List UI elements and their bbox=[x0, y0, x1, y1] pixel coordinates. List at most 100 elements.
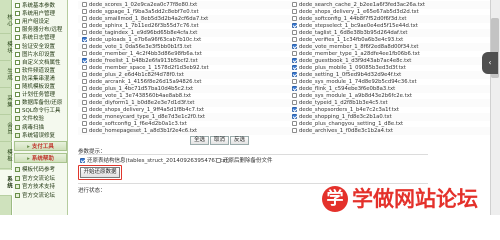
menu-item[interactable]: 病毒扫描 bbox=[15, 124, 67, 132]
menu-item[interactable]: 用户组设定 bbox=[15, 18, 67, 26]
help-menu-item[interactable]: 官方技术支持 bbox=[15, 183, 67, 191]
menu-header-support[interactable]: ▸ 支付工具 bbox=[14, 141, 67, 151]
menu-item-label: 软件频道设置 bbox=[22, 67, 56, 74]
file-checkbox[interactable] bbox=[292, 107, 297, 112]
file-checkbox[interactable] bbox=[292, 2, 297, 7]
file-checkbox[interactable] bbox=[292, 128, 297, 133]
menu-item-label: 系统用户管理 bbox=[22, 11, 56, 18]
menu-item[interactable]: 系统日志管理 bbox=[15, 34, 67, 42]
vertical-tab[interactable]: 生成 bbox=[0, 62, 12, 88]
file-checkbox[interactable] bbox=[82, 44, 87, 49]
file-checkbox[interactable] bbox=[292, 72, 297, 77]
vertical-tab[interactable]: 模板 bbox=[0, 143, 12, 169]
file-checkbox[interactable] bbox=[82, 30, 87, 35]
file-checkbox[interactable] bbox=[82, 65, 87, 70]
help-menu-item[interactable]: 官方交流论坛 bbox=[15, 192, 67, 200]
divider bbox=[78, 154, 428, 155]
file-checkbox[interactable] bbox=[292, 100, 297, 105]
file-name: dede_archives_1_f0d8e3c1b2a4.txt bbox=[299, 128, 393, 134]
vertical-tab[interactable]: 核心 bbox=[0, 8, 12, 34]
delete-backup-label: 还原后删除备份文件 bbox=[223, 158, 273, 164]
watermark: 学 学做网站论坛 bbox=[322, 186, 492, 212]
file-checkbox[interactable] bbox=[82, 23, 87, 28]
file-checkbox[interactable] bbox=[292, 23, 297, 28]
menu-item-icon bbox=[15, 67, 20, 73]
deselect-button[interactable]: 取消 bbox=[210, 136, 230, 145]
menu-item[interactable]: 系统基本参数 bbox=[15, 2, 67, 10]
vertical-tab[interactable]: 模块 bbox=[0, 35, 12, 61]
file-entry[interactable]: dede_homepageset_1_a8d3b1f2e4c6.txt bbox=[82, 127, 197, 135]
file-checkbox[interactable] bbox=[292, 30, 297, 35]
backup-file-list: dede_scores_1_02e9ca2ea0c77f8e80.txt dede… bbox=[78, 0, 500, 135]
select-all-button[interactable]: 全选 bbox=[190, 136, 210, 145]
file-checkbox[interactable] bbox=[82, 72, 87, 77]
file-checkbox[interactable] bbox=[292, 37, 297, 42]
delete-backup-checkbox[interactable] bbox=[216, 158, 221, 163]
file-checkbox[interactable] bbox=[82, 107, 87, 112]
file-checkbox[interactable] bbox=[82, 58, 87, 63]
menu-item[interactable]: 文件校验 bbox=[15, 115, 67, 123]
file-checkbox[interactable] bbox=[82, 2, 87, 7]
help-menu-item[interactable]: 模板代码参考 bbox=[15, 166, 67, 174]
file-checkbox[interactable] bbox=[292, 79, 297, 84]
menu-item-label: 用户组设定 bbox=[22, 19, 50, 26]
menu-item[interactable]: 图片水印设置 bbox=[15, 51, 67, 59]
doc-icon bbox=[15, 167, 20, 172]
restore-struct-option[interactable]: 还原表结构信息(tables_struct_201409263954761.tx… bbox=[80, 157, 230, 165]
restore-struct-checkbox[interactable] bbox=[80, 158, 85, 163]
file-checkbox[interactable] bbox=[292, 9, 297, 14]
delete-backup-option[interactable]: 还原后删除备份文件 bbox=[216, 157, 273, 165]
file-checkbox[interactable] bbox=[292, 65, 297, 70]
file-checkbox[interactable] bbox=[82, 128, 87, 133]
menu-item-icon bbox=[15, 116, 20, 122]
menu-item-icon bbox=[15, 92, 20, 98]
doc-icon bbox=[15, 175, 20, 181]
file-checkbox[interactable] bbox=[82, 100, 87, 105]
file-checkbox[interactable] bbox=[82, 114, 87, 119]
help-menu-item[interactable]: 官方交流论坛 bbox=[15, 175, 67, 183]
menu-item[interactable]: 自定义文档属性 bbox=[15, 59, 67, 67]
vertical-tab[interactable]: 采集 bbox=[0, 89, 12, 115]
file-checkbox[interactable] bbox=[292, 58, 297, 63]
menu-item[interactable]: 防采集串混淆 bbox=[15, 75, 67, 83]
file-checkbox[interactable] bbox=[292, 86, 297, 91]
restore-struct-label: 还原表结构信息(tables_struct_201409263954761.tx… bbox=[87, 158, 230, 164]
vertical-tab[interactable]: 系统 bbox=[0, 170, 12, 196]
file-checkbox[interactable] bbox=[82, 86, 87, 91]
file-checkbox[interactable] bbox=[82, 79, 87, 84]
file-checkbox[interactable] bbox=[292, 93, 297, 98]
file-checkbox[interactable] bbox=[292, 51, 297, 56]
file-checkbox[interactable] bbox=[82, 51, 87, 56]
menu-item[interactable]: 软件频道设置 bbox=[15, 67, 67, 75]
file-checkbox[interactable] bbox=[82, 121, 87, 126]
vertical-scrollbar[interactable] bbox=[490, 0, 500, 215]
menu-header-support-label: 支付工具 bbox=[31, 144, 54, 150]
file-checkbox[interactable] bbox=[292, 121, 297, 126]
menu-item[interactable]: 服务器分布/远程 bbox=[15, 26, 67, 34]
side-collapse-handle[interactable]: ‹ bbox=[482, 52, 498, 74]
vertical-tab[interactable]: 会员 bbox=[0, 116, 12, 142]
doc-icon bbox=[15, 184, 20, 189]
menu-item[interactable]: 验证安全设置 bbox=[15, 43, 67, 51]
file-checkbox[interactable] bbox=[82, 9, 87, 14]
menu-item-label: 随机模板设置 bbox=[22, 84, 56, 90]
menu-item-icon bbox=[15, 35, 20, 41]
file-checkbox[interactable] bbox=[82, 37, 87, 42]
invert-selection-button[interactable]: 反选 bbox=[230, 136, 250, 145]
file-checkbox[interactable] bbox=[292, 16, 297, 21]
menu-item[interactable]: 系统错误修复 bbox=[15, 132, 67, 140]
file-checkbox[interactable] bbox=[292, 114, 297, 119]
menu-item[interactable]: 计划任务管理 bbox=[15, 91, 67, 99]
chevron-right-icon: ▸ bbox=[27, 156, 30, 162]
menu-item[interactable]: 数据库备份/还原 bbox=[15, 99, 67, 107]
start-restore-button[interactable]: 开始还原数据 bbox=[80, 167, 120, 178]
file-checkbox[interactable] bbox=[292, 44, 297, 49]
doc-icon bbox=[15, 192, 20, 198]
menu-item[interactable]: SQL命令行工具 bbox=[15, 107, 67, 115]
menu-item[interactable]: 随机模板设置 bbox=[15, 83, 67, 91]
file-checkbox[interactable] bbox=[82, 16, 87, 21]
file-entry[interactable]: dede_archives_1_f0d8e3c1b2a4.txt bbox=[292, 127, 393, 135]
file-checkbox[interactable] bbox=[82, 93, 87, 98]
menu-item[interactable]: 系统用户管理 bbox=[15, 10, 67, 18]
menu-header-help[interactable]: ▸ 系统帮助 bbox=[14, 153, 67, 163]
